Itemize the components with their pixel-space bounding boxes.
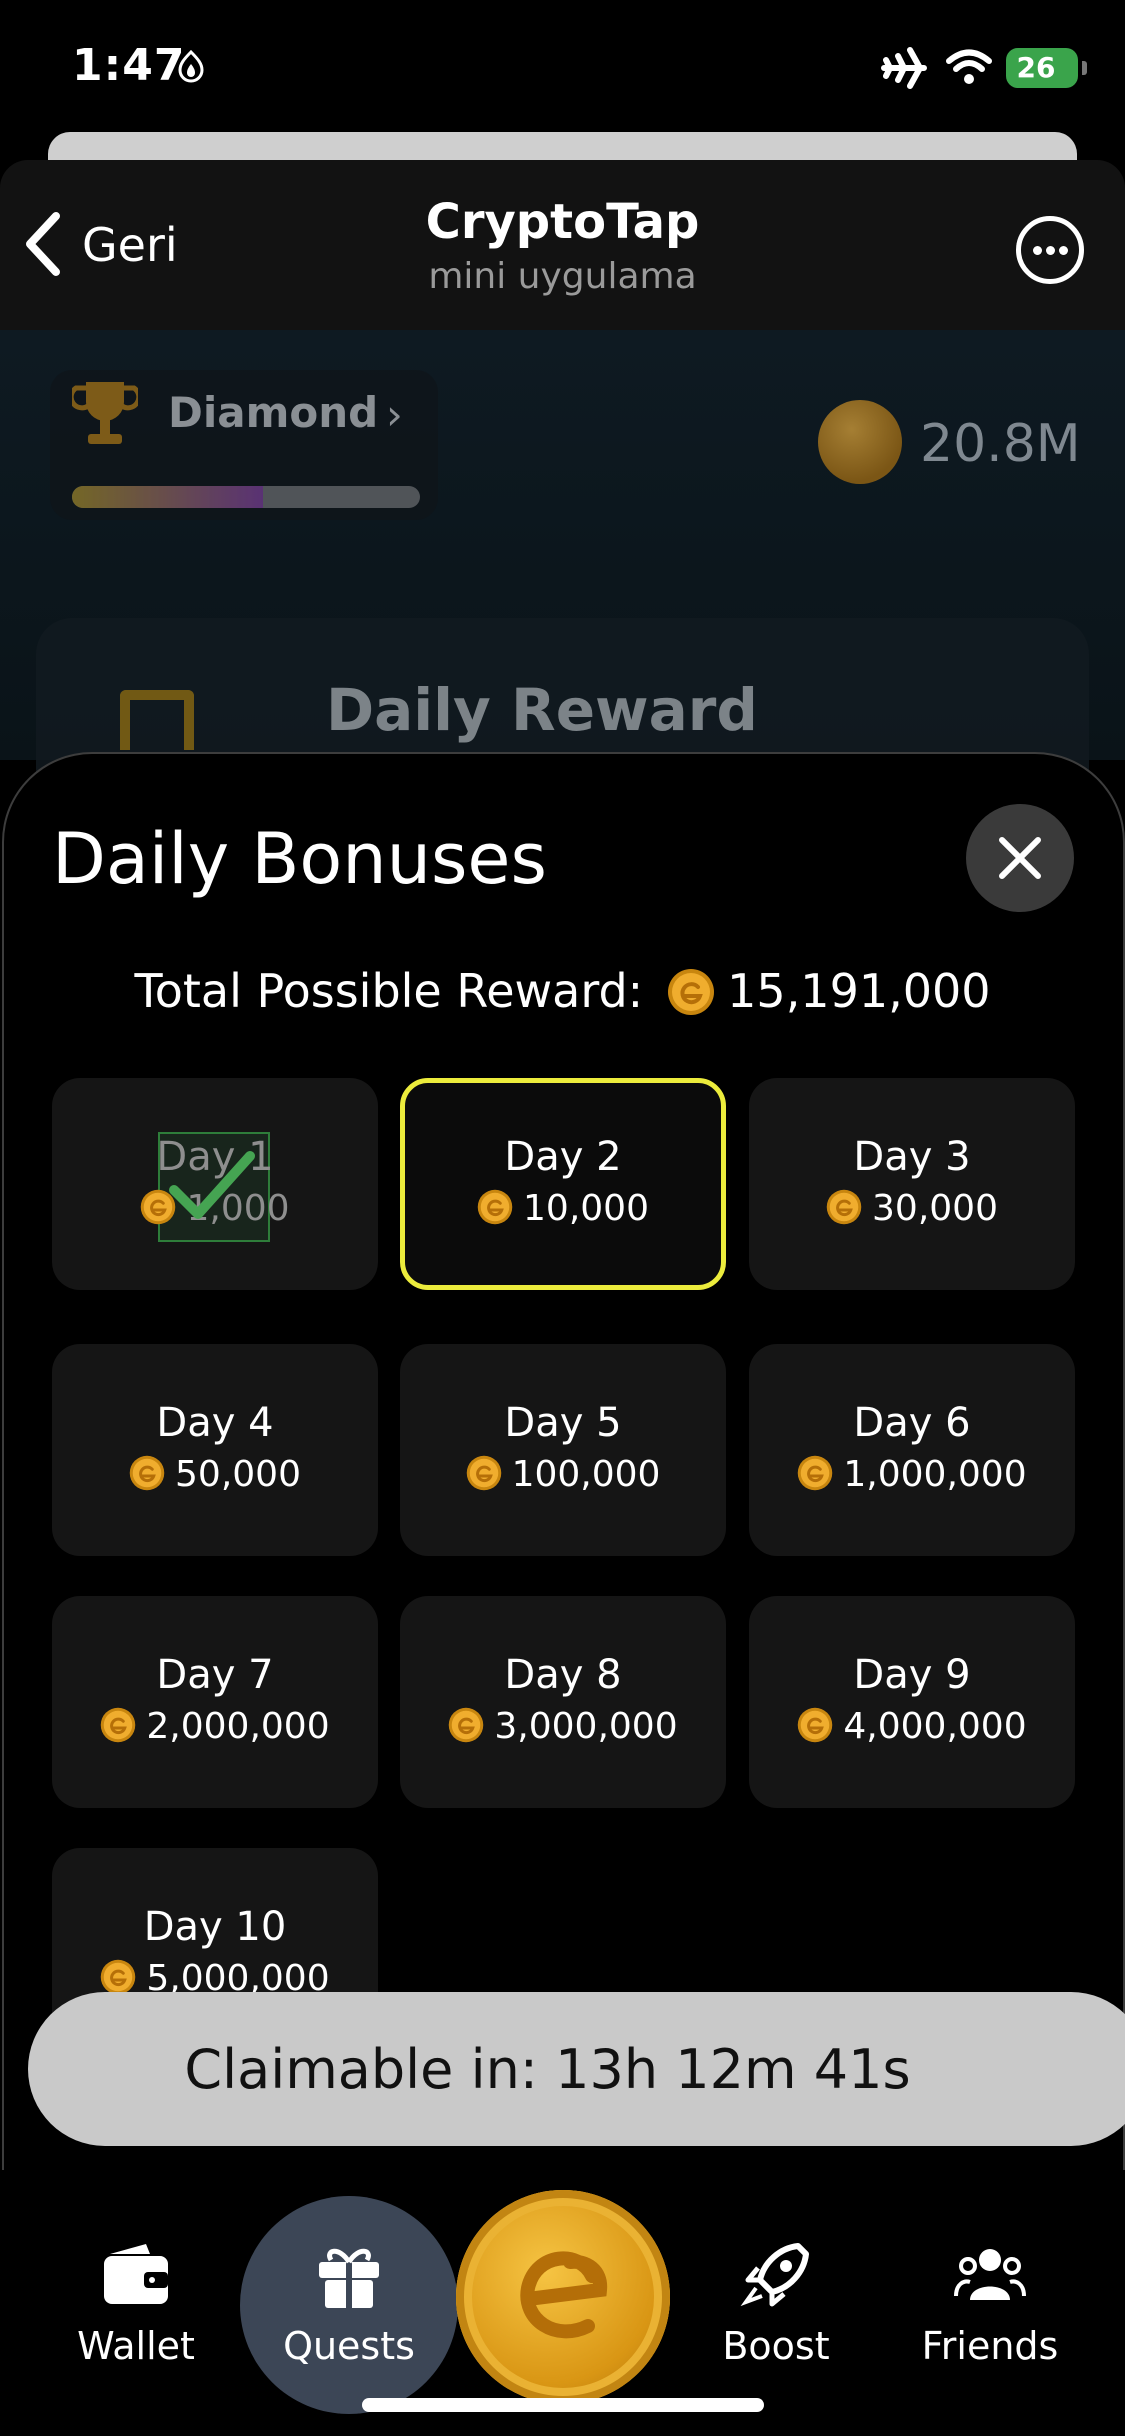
coin-icon [826, 1189, 862, 1225]
day-reward-value: 4,000,000 [843, 1706, 1027, 1747]
coin-icon [668, 968, 715, 1015]
day-card-1[interactable]: Day 1 1,000 [52, 1078, 378, 1290]
day-reward: 4,000,000 [749, 1706, 1075, 1749]
more-dot [1059, 246, 1068, 255]
day-reward: 3,000,000 [400, 1706, 726, 1749]
day-label: Day 4 [156, 1400, 274, 1446]
day-reward-value: 30,000 [872, 1188, 998, 1229]
chevron-right-icon: › [386, 390, 403, 439]
tab-label: Friends [921, 2324, 1059, 2368]
coin-logo-icon [520, 2251, 608, 2339]
more-dot [1046, 246, 1055, 255]
day-reward-value: 50,000 [175, 1454, 301, 1495]
day-card-4[interactable]: Day 4 50,000 [52, 1344, 378, 1556]
coin-icon [466, 1455, 501, 1491]
daily-reward-icon [120, 690, 194, 750]
coin-icon [798, 1455, 833, 1491]
day-label: Day 6 [853, 1400, 971, 1446]
league-progress-fill [72, 486, 264, 508]
app-header: Geri CryptoTap mini uygulama [0, 160, 1125, 330]
day-card-6[interactable]: Day 6 1,000,000 [749, 1344, 1075, 1556]
tab-quests[interactable]: Quests [259, 2240, 439, 2370]
tab-boost[interactable]: Boost [686, 2240, 866, 2370]
day-reward-value: 2,000,000 [146, 1706, 330, 1747]
day-label: Day 3 [853, 1134, 971, 1180]
close-button[interactable] [966, 804, 1074, 912]
day-card-2[interactable]: Day 2 10,000 [400, 1078, 726, 1290]
coin-icon [129, 1455, 165, 1491]
coin-icon [449, 1707, 484, 1743]
friends-icon [954, 2249, 1026, 2300]
total-reward-value: 15,191,000 [727, 964, 991, 1018]
day-reward: 1,000,000 [749, 1454, 1075, 1497]
status-bar: 1:47 26 [0, 0, 1125, 134]
close-icon [999, 837, 1041, 879]
day-reward: 50,000 [52, 1454, 378, 1497]
day-label: Day 8 [504, 1652, 622, 1698]
battery-level: 26 [1016, 51, 1056, 84]
day-reward: 30,000 [749, 1188, 1075, 1231]
coin-icon [818, 400, 902, 484]
gift-icon [319, 2248, 379, 2308]
day-reward: 10,000 [405, 1188, 721, 1231]
balance-value: 20.8M [920, 414, 1081, 474]
sheet-title: Daily Bonuses [52, 818, 547, 900]
focus-mode-icon [178, 50, 204, 83]
claim-countdown: Claimable in: 13h 12m 41s [184, 2038, 911, 2101]
home-indicator [362, 2398, 764, 2412]
checkmark-icon [169, 1151, 255, 1219]
day-card-8[interactable]: Day 8 3,000,000 [400, 1596, 726, 1808]
wifi-icon [946, 49, 992, 84]
more-dot [1033, 246, 1042, 255]
day-label: Day 10 [143, 1904, 287, 1950]
more-options-button[interactable] [1016, 216, 1084, 284]
day-reward-value: 10,000 [523, 1188, 649, 1229]
total-reward-label: Total Possible Reward: [134, 964, 644, 1018]
day-label: Day 2 [504, 1134, 622, 1180]
rocket-icon [740, 2243, 809, 2307]
day-reward: 100,000 [400, 1454, 726, 1497]
day-reward-value: 100,000 [511, 1454, 661, 1495]
trophy-icon [72, 382, 138, 444]
day-card-9[interactable]: Day 9 4,000,000 [749, 1596, 1075, 1808]
coin-icon [798, 1707, 833, 1743]
tab-label: Boost [722, 2324, 830, 2368]
day-reward: 2,000,000 [52, 1706, 378, 1749]
tab-label: Wallet [77, 2324, 195, 2368]
coin-icon [477, 1189, 513, 1225]
battery-icon: 26 [1006, 48, 1087, 88]
daily-reward-label: Daily Reward [326, 676, 758, 744]
app-title: CryptoTap [425, 194, 700, 250]
day-label: Day 5 [504, 1400, 622, 1446]
league-name: Diamond [168, 388, 379, 437]
day-reward-value: 3,000,000 [494, 1706, 678, 1747]
status-time: 1:47 [72, 40, 186, 91]
day-label: Day 7 [156, 1652, 274, 1698]
league-progress-bar [72, 486, 420, 508]
day-card-7[interactable]: Day 7 2,000,000 [52, 1596, 378, 1808]
wallet-icon [104, 2244, 168, 2304]
coin-icon [101, 1959, 136, 1995]
tab-friends[interactable]: Friends [900, 2240, 1080, 2370]
tap-coin-button[interactable] [456, 2190, 670, 2404]
coin-icon [101, 1707, 136, 1743]
day-card-5[interactable]: Day 5 100,000 [400, 1344, 726, 1556]
total-possible-reward: Total Possible Reward: 15,191,000 [0, 964, 1125, 1022]
tab-label: Quests [283, 2324, 415, 2368]
day-label: Day 9 [853, 1652, 971, 1698]
day-card-3[interactable]: Day 3 30,000 [749, 1078, 1075, 1290]
tab-wallet[interactable]: Wallet [46, 2240, 226, 2370]
day-reward-value: 1,000,000 [843, 1454, 1027, 1495]
app-subtitle: mini uygulama [428, 256, 697, 297]
airplane-icon [881, 47, 927, 89]
